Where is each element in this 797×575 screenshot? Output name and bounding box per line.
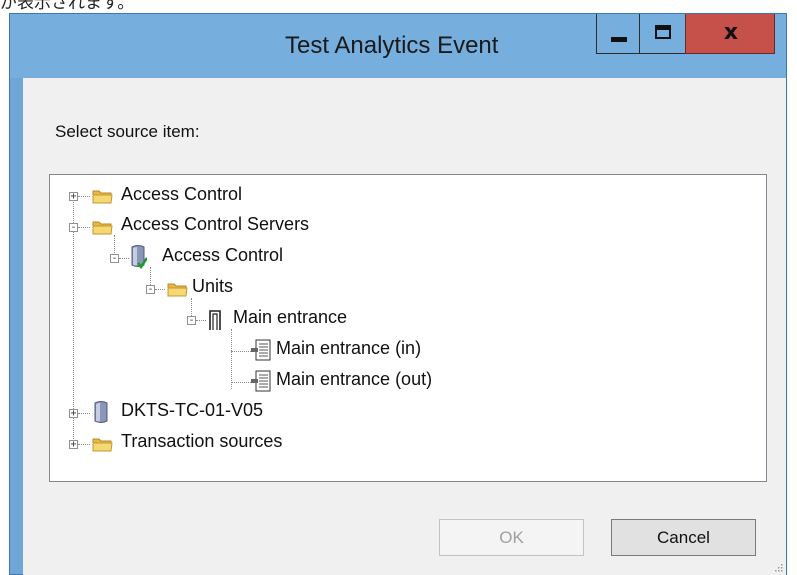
ok-button[interactable]: OK bbox=[439, 519, 584, 556]
tree-item-label: Units bbox=[192, 276, 234, 296]
tree-connector bbox=[196, 320, 206, 321]
expand-icon[interactable]: + bbox=[69, 409, 78, 419]
server-icon bbox=[94, 401, 108, 423]
tree-item-label: Access Control bbox=[162, 245, 284, 265]
tree-item-label: Access Control Servers bbox=[121, 214, 310, 234]
tree-connector bbox=[78, 227, 90, 228]
collapse-icon[interactable]: - bbox=[146, 285, 155, 295]
tree-item-main-entrance-out[interactable]: Main entrance (out) bbox=[50, 366, 750, 396]
server-check-icon bbox=[131, 245, 147, 270]
tree-connector bbox=[231, 351, 251, 352]
close-icon: x bbox=[723, 20, 739, 45]
title-bar[interactable]: Test Analytics Event x bbox=[10, 14, 786, 78]
tree-item-units[interactable]: - Units bbox=[50, 273, 750, 303]
collapse-icon[interactable]: - bbox=[110, 254, 119, 264]
folder-icon bbox=[92, 438, 113, 452]
collapse-icon[interactable]: - bbox=[187, 316, 196, 326]
cancel-button[interactable]: Cancel bbox=[611, 519, 756, 556]
minimize-icon bbox=[611, 37, 627, 42]
card-reader-icon bbox=[251, 370, 271, 392]
folder-icon bbox=[167, 283, 188, 297]
tree-connector bbox=[78, 444, 90, 445]
tree-item-label: Main entrance bbox=[233, 307, 348, 327]
tree-item-access-control-servers[interactable]: - Access Control Servers bbox=[50, 211, 750, 241]
tree-item-label: Transaction sources bbox=[121, 431, 283, 451]
tree-item-transaction-sources[interactable]: + Transaction sources bbox=[50, 428, 750, 458]
tree-item-label: Access Control bbox=[121, 184, 243, 204]
folder-icon bbox=[92, 221, 113, 235]
tree-item-label: DKTS-TC-01-V05 bbox=[121, 400, 264, 420]
maximize-icon bbox=[655, 25, 671, 39]
door-icon bbox=[209, 310, 221, 330]
tree-connector bbox=[78, 413, 90, 414]
resize-grip-icon[interactable] bbox=[773, 562, 783, 572]
source-tree[interactable]: + Access Control - Access Control Server… bbox=[49, 174, 767, 482]
tree-item-access-control[interactable]: + Access Control bbox=[50, 181, 750, 211]
page-caption: が表示されます。 bbox=[0, 0, 135, 13]
tree-item-access-control-server[interactable]: - Access Control bbox=[50, 242, 750, 272]
close-button[interactable]: x bbox=[685, 14, 775, 54]
tree-connector bbox=[119, 258, 129, 259]
dialog-window: Test Analytics Event x Select source ite… bbox=[9, 13, 787, 575]
expand-icon[interactable]: + bbox=[69, 192, 78, 202]
tree-item-dkts-tc-01-v05[interactable]: + DKTS-TC-01-V05 bbox=[50, 397, 750, 427]
card-reader-icon bbox=[251, 339, 271, 361]
tree-item-main-entrance-in[interactable]: Main entrance (in) bbox=[50, 335, 750, 365]
tree-connector bbox=[155, 289, 165, 290]
select-source-label: Select source item: bbox=[55, 122, 200, 141]
tree-item-main-entrance[interactable]: - Main entrance bbox=[50, 304, 750, 334]
tree-connector bbox=[78, 196, 90, 197]
dialog-body: Select source item: + Access Control - A… bbox=[23, 78, 786, 575]
tree-item-label: Main entrance (out) bbox=[276, 369, 433, 389]
expand-icon[interactable]: + bbox=[69, 440, 78, 450]
tree-item-label: Main entrance (in) bbox=[276, 338, 422, 358]
folder-icon bbox=[92, 190, 113, 204]
tree-connector bbox=[231, 382, 251, 383]
collapse-icon[interactable]: - bbox=[69, 223, 78, 233]
minimize-button[interactable] bbox=[596, 14, 640, 54]
window-title: Test Analytics Event bbox=[285, 32, 499, 59]
maximize-button[interactable] bbox=[639, 14, 686, 54]
